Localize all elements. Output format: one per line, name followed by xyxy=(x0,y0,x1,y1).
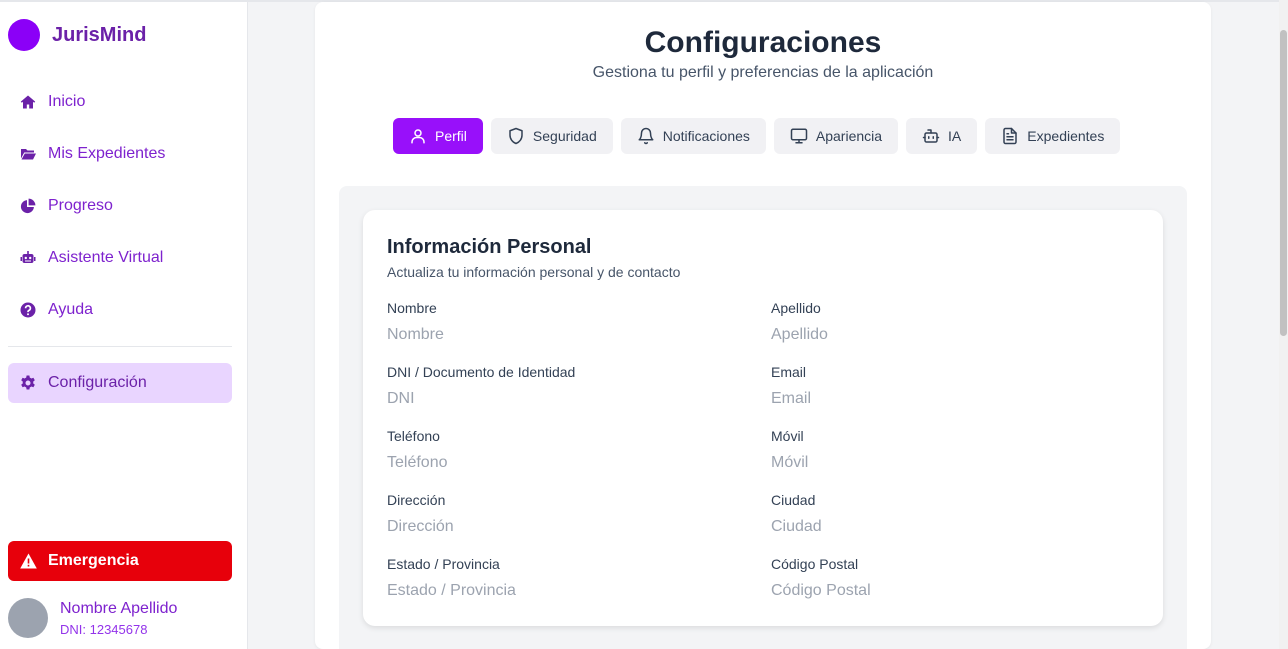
tab-label: Expedientes xyxy=(1027,128,1105,144)
sidebar-item-configuracion[interactable]: Configuración xyxy=(8,363,232,403)
sidebar-item-inicio[interactable]: Inicio xyxy=(8,82,232,122)
email-input[interactable] xyxy=(771,388,1131,410)
question-circle-icon xyxy=(20,302,36,318)
brand-logo xyxy=(8,19,40,51)
nombre-field-group: Nombre xyxy=(387,300,747,346)
apellido-field-group: Apellido xyxy=(771,300,1131,346)
sidebar-item-label: Inicio xyxy=(48,93,86,110)
telefono-label: Teléfono xyxy=(387,428,440,444)
monitor-icon xyxy=(790,128,808,144)
estado-input[interactable] xyxy=(387,580,747,602)
robot-icon xyxy=(20,250,36,266)
nombre-input[interactable] xyxy=(387,324,747,346)
tab-label: IA xyxy=(948,128,962,144)
tab-expedientes[interactable]: Expedientes xyxy=(985,118,1121,154)
cp-field-group: Código Postal xyxy=(771,556,1131,602)
shield-icon xyxy=(509,127,523,145)
file-text-icon xyxy=(1003,127,1018,145)
tab-ia[interactable]: IA xyxy=(906,118,978,154)
telefono-input[interactable] xyxy=(387,452,747,474)
tab-perfil[interactable]: Perfil xyxy=(393,118,483,154)
emergency-button[interactable]: Emergencia xyxy=(8,541,232,581)
cp-label: Código Postal xyxy=(771,556,859,572)
apellido-input[interactable] xyxy=(771,324,1131,346)
sidebar-item-asistente-virtual[interactable]: Asistente Virtual xyxy=(8,238,232,278)
sidebar-divider xyxy=(8,346,232,347)
gear-icon xyxy=(21,375,35,390)
sidebar-item-label: Progreso xyxy=(48,197,113,214)
pie-chart-icon xyxy=(20,198,36,214)
tab-label: Notificaciones xyxy=(662,128,750,144)
email-field-group: Email xyxy=(771,364,1131,410)
bell-icon xyxy=(638,127,654,145)
tab-notificaciones[interactable]: Notificaciones xyxy=(620,118,766,154)
user-dni: DNI: 12345678 xyxy=(60,621,148,637)
emergency-label: Emergencia xyxy=(48,552,139,569)
estado-field-group: Estado / Provincia xyxy=(387,556,747,602)
main-content: Configuraciones Gestiona tu perfil y pre… xyxy=(315,2,1211,649)
nombre-label: Nombre xyxy=(387,300,437,316)
scrollbar-thumb[interactable] xyxy=(1280,30,1287,336)
apellido-label: Apellido xyxy=(771,300,821,316)
email-label: Email xyxy=(771,364,807,380)
warning-triangle-icon xyxy=(20,553,37,569)
page-subtitle: Gestiona tu perfil y preferencias de la … xyxy=(592,64,934,81)
tab-label: Apariencia xyxy=(815,128,883,144)
sidebar-item-label: Ayuda xyxy=(48,301,94,318)
tab-panel: Información Personal Actualiza tu inform… xyxy=(339,186,1187,649)
tab-apariencia[interactable]: Apariencia xyxy=(773,118,899,154)
tab-label: Perfil xyxy=(435,128,467,144)
brand-name: JurisMind xyxy=(52,23,147,46)
brand[interactable]: JurisMind xyxy=(8,19,146,51)
page-title: Configuraciones xyxy=(644,26,882,59)
tab-seguridad[interactable]: Seguridad xyxy=(490,118,613,154)
sidebar-item-label: Asistente Virtual xyxy=(48,249,164,266)
estado-label: Estado / Provincia xyxy=(387,556,500,572)
movil-field-group: Móvil xyxy=(771,428,1131,474)
movil-input[interactable] xyxy=(771,452,1131,474)
dni-label: DNI / Documento de Identidad xyxy=(387,364,576,380)
home-icon xyxy=(20,94,36,110)
user-icon xyxy=(411,129,425,144)
folder-open-icon xyxy=(20,146,36,162)
sidebar-item-ayuda[interactable]: Ayuda xyxy=(8,290,232,330)
ciudad-input[interactable] xyxy=(771,516,1131,538)
sidebar-item-label: Configuración xyxy=(48,374,147,391)
sidebar-item-progreso[interactable]: Progreso xyxy=(8,186,232,226)
personal-info-card: Información Personal Actualiza tu inform… xyxy=(363,210,1163,626)
user-info: Nombre Apellido DNI: 12345678 xyxy=(60,600,177,637)
cp-input[interactable] xyxy=(771,580,1131,602)
sidebar-item-mis-expedientes[interactable]: Mis Expedientes xyxy=(8,134,232,174)
settings-tabs: Perfil Seguridad Notificaciones Aparienc… xyxy=(393,118,1128,154)
ciudad-field-group: Ciudad xyxy=(771,492,1131,538)
direccion-field-group: Dirección xyxy=(387,492,747,538)
movil-label: Móvil xyxy=(771,428,804,444)
sidebar: JurisMind Inicio Mis Expedientes Progres… xyxy=(0,2,248,649)
telefono-field-group: Teléfono xyxy=(387,428,747,474)
user-name: Nombre Apellido xyxy=(60,599,178,617)
user-profile[interactable]: Nombre Apellido DNI: 12345678 xyxy=(8,598,177,638)
dni-input[interactable] xyxy=(387,388,747,410)
direccion-input[interactable] xyxy=(387,516,747,538)
sidebar-nav: Inicio Mis Expedientes Progreso Asistent… xyxy=(8,82,232,342)
ciudad-label: Ciudad xyxy=(771,492,816,508)
avatar xyxy=(8,598,48,638)
card-subtitle: Actualiza tu información personal y de c… xyxy=(387,264,681,280)
page-scrollbar[interactable] xyxy=(1279,0,1288,649)
direccion-label: Dirección xyxy=(387,492,446,508)
tab-label: Seguridad xyxy=(532,128,597,144)
sidebar-item-label: Mis Expedientes xyxy=(48,145,166,162)
card-title: Información Personal xyxy=(387,236,592,258)
bot-icon xyxy=(922,129,940,143)
dni-field-group: DNI / Documento de Identidad xyxy=(387,364,747,410)
